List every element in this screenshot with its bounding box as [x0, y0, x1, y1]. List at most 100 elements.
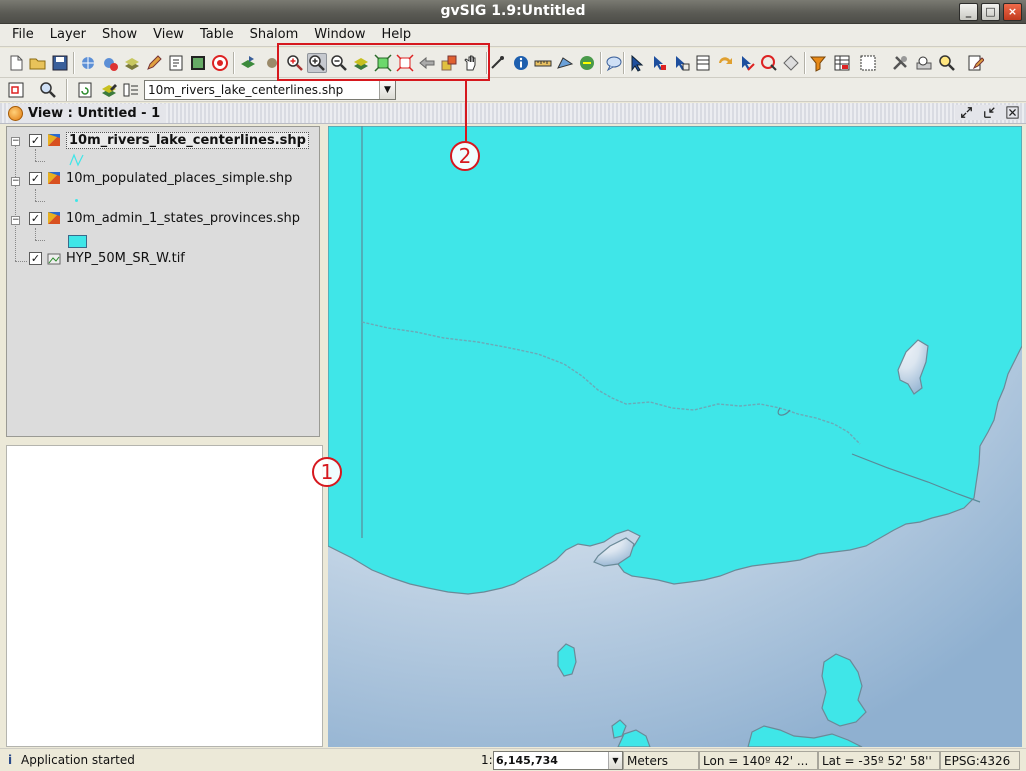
- clear-selection-icon[interactable]: [781, 53, 801, 73]
- status-message: Application started: [21, 753, 135, 767]
- layer-list-icon[interactable]: [121, 80, 141, 100]
- point-symbol-icon: [75, 199, 78, 202]
- view-title: View : Untitled - 1: [8, 104, 167, 123]
- add-layer-icon[interactable]: [78, 53, 98, 73]
- layer-visibility-checkbox[interactable]: ✓: [29, 171, 42, 185]
- epsg-readout: EPSG:4326: [940, 751, 1020, 770]
- frame-icon[interactable]: [188, 53, 208, 73]
- callout-marker-1: 1: [312, 457, 342, 487]
- menu-file[interactable]: File: [4, 24, 42, 46]
- polygon-symbol-icon: [68, 235, 87, 248]
- vector-layer-icon: [48, 134, 60, 146]
- scale-prefix: 1:: [481, 753, 493, 767]
- map-svg: [328, 126, 1022, 747]
- table-of-contents: − ✓ 10m_rivers_lake_centerlines.shp − ✓ …: [6, 126, 320, 437]
- select-by-polyline-icon[interactable]: [737, 53, 757, 73]
- menubar: File Layer Show View Table Shalom Window…: [0, 24, 1026, 47]
- target-icon[interactable]: [210, 53, 230, 73]
- select-by-point-icon[interactable]: [649, 53, 669, 73]
- menu-show[interactable]: Show: [94, 24, 145, 46]
- attribute-table-icon[interactable]: [832, 53, 852, 73]
- chevron-down-icon[interactable]: ▼: [379, 81, 395, 99]
- menu-table[interactable]: Table: [192, 24, 242, 46]
- layer-visibility-checkbox[interactable]: ✓: [29, 251, 42, 265]
- vector-layer-icon: [48, 172, 60, 184]
- toolbar-highlight-box: [277, 43, 490, 81]
- layer-item[interactable]: ✓ 10m_admin_1_states_provinces.shp: [29, 208, 300, 228]
- view-window-icon: [8, 106, 23, 121]
- callout-leader-line: [465, 81, 467, 143]
- layer-visibility-checkbox[interactable]: ✓: [29, 133, 42, 147]
- view-titlebar: View : Untitled - 1: [0, 103, 1026, 124]
- menu-layer[interactable]: Layer: [42, 24, 94, 46]
- window-title: gvSIG 1.9:Untitled: [440, 3, 586, 19]
- callout-marker-2: 2: [450, 141, 480, 171]
- longitude-readout: Lon = 140º 42' ...: [699, 751, 818, 770]
- layer-visibility-checkbox[interactable]: ✓: [29, 211, 42, 225]
- locator-map-icon[interactable]: [6, 80, 26, 100]
- menu-view[interactable]: View: [145, 24, 192, 46]
- hyperlink-icon[interactable]: [577, 53, 597, 73]
- layer-name[interactable]: 10m_admin_1_states_provinces.shp: [66, 211, 300, 226]
- layout-grid-icon[interactable]: [858, 53, 878, 73]
- layer-export-icon[interactable]: [238, 53, 258, 73]
- measure-distance-icon[interactable]: [489, 53, 509, 73]
- measure-area-icon[interactable]: [555, 53, 575, 73]
- map-canvas[interactable]: [328, 126, 1022, 747]
- chevron-down-icon[interactable]: ▼: [608, 752, 622, 769]
- collapse-toggle[interactable]: −: [11, 177, 20, 186]
- layer-name[interactable]: HYP_50M_SR_W.tif: [66, 251, 185, 266]
- layer-name[interactable]: 10m_rivers_lake_centerlines.shp: [66, 131, 309, 149]
- view-restore-icon[interactable]: [959, 105, 974, 120]
- scale-value: 6,145,734: [496, 754, 558, 767]
- edit-layer-icon[interactable]: [965, 53, 985, 73]
- layer-stack-icon[interactable]: [122, 53, 142, 73]
- save-icon[interactable]: [50, 53, 70, 73]
- edit-pencil-icon[interactable]: [144, 53, 164, 73]
- select-by-rect-icon[interactable]: [671, 53, 691, 73]
- minimize-button[interactable]: _: [959, 3, 978, 21]
- annotation-icon[interactable]: [604, 53, 624, 73]
- edit-layers-icon[interactable]: [99, 80, 119, 100]
- collapse-toggle[interactable]: −: [11, 216, 20, 225]
- view-title-text: View : Untitled - 1: [28, 106, 161, 121]
- units-label: Meters: [623, 751, 699, 770]
- select-pointer-icon[interactable]: [627, 53, 647, 73]
- raster-layer-icon: [47, 253, 61, 265]
- open-folder-icon[interactable]: [28, 53, 48, 73]
- layer-name[interactable]: 10m_populated_places_simple.shp: [66, 171, 292, 186]
- properties-icon[interactable]: [166, 53, 186, 73]
- view-close-icon[interactable]: [1005, 105, 1020, 120]
- tools-icon[interactable]: [890, 53, 910, 73]
- measure-ruler-icon[interactable]: [533, 53, 553, 73]
- remove-layer-icon[interactable]: [100, 53, 120, 73]
- view-minimize-icon[interactable]: [982, 105, 997, 120]
- vector-layer-icon: [48, 212, 60, 224]
- layer-item[interactable]: ✓ HYP_50M_SR_W.tif: [29, 248, 185, 268]
- refresh-icon[interactable]: [75, 80, 95, 100]
- new-document-icon[interactable]: [6, 53, 26, 73]
- layer-item[interactable]: ✓ 10m_rivers_lake_centerlines.shp: [29, 130, 309, 150]
- scale-combo[interactable]: 6,145,734 ▼: [493, 751, 623, 770]
- select-table-icon[interactable]: [693, 53, 713, 73]
- select-by-circle-icon[interactable]: [759, 53, 779, 73]
- info-status-icon: i: [8, 753, 13, 767]
- window-titlebar: gvSIG 1.9:Untitled _ □ ×: [0, 0, 1026, 24]
- collapse-toggle[interactable]: −: [11, 137, 20, 146]
- king-island: [557, 643, 577, 677]
- close-window-button[interactable]: ×: [1003, 3, 1022, 21]
- latitude-readout: Lat = -35º 52' 58'': [818, 751, 940, 770]
- invert-selection-icon[interactable]: [715, 53, 735, 73]
- search-location-icon[interactable]: [914, 53, 934, 73]
- statusbar: i Application started 1: 6,145,734 ▼ Met…: [0, 748, 1026, 771]
- active-layer-value: 10m_rivers_lake_centerlines.shp: [148, 83, 344, 97]
- filter-icon[interactable]: [808, 53, 828, 73]
- info-icon[interactable]: [511, 53, 531, 73]
- locator-map[interactable]: [6, 445, 323, 747]
- active-layer-select[interactable]: 10m_rivers_lake_centerlines.shp ▼: [144, 80, 396, 100]
- layer-item[interactable]: ✓ 10m_populated_places_simple.shp: [29, 168, 292, 188]
- maximize-button[interactable]: □: [981, 3, 1000, 21]
- locate-icon[interactable]: [937, 53, 957, 73]
- main-toolbar: [0, 48, 1026, 78]
- magnifier-icon[interactable]: [38, 80, 58, 100]
